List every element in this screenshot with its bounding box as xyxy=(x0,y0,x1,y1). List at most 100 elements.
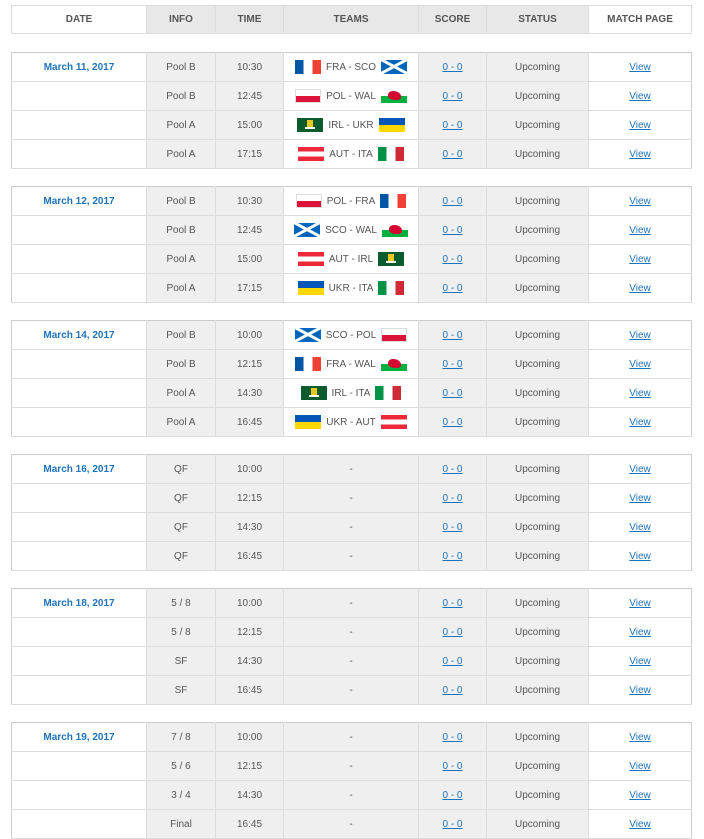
match-score-link[interactable]: 0 - 0 xyxy=(442,493,462,504)
view-match-link[interactable]: View xyxy=(629,254,651,265)
match-date xyxy=(11,139,147,169)
match-score-link[interactable]: 0 - 0 xyxy=(442,196,462,207)
match-score-link[interactable]: 0 - 0 xyxy=(442,551,462,562)
match-time: 14:30 xyxy=(215,378,284,408)
view-match-link[interactable]: View xyxy=(629,493,651,504)
flag-pol-icon xyxy=(295,194,322,208)
match-score-link[interactable]: 0 - 0 xyxy=(442,359,462,370)
match-score-cell: 0 - 0 xyxy=(418,273,487,303)
match-status: Upcoming xyxy=(486,541,589,571)
view-match-link[interactable]: View xyxy=(629,819,651,830)
match-teams-cell: - xyxy=(283,588,419,618)
match-score-link[interactable]: 0 - 0 xyxy=(442,388,462,399)
match-score-cell: 0 - 0 xyxy=(418,320,487,350)
view-match-link[interactable]: View xyxy=(629,685,651,696)
match-teams: POL - FRA xyxy=(326,195,376,207)
view-match-link[interactable]: View xyxy=(629,656,651,667)
match-teams: UKR - AUT xyxy=(326,416,376,428)
match-date xyxy=(11,407,147,437)
view-match-link[interactable]: View xyxy=(629,283,651,294)
match-date xyxy=(11,483,147,513)
match-score-link[interactable]: 0 - 0 xyxy=(442,627,462,638)
match-date xyxy=(11,349,147,379)
table-row: Pool A 17:15 UKR - ITA 0 - 0 Upcoming Vi… xyxy=(11,273,692,303)
match-score-link[interactable]: 0 - 0 xyxy=(442,120,462,131)
view-match-link[interactable]: View xyxy=(629,388,651,399)
match-info: SF xyxy=(146,675,216,705)
view-match-link[interactable]: View xyxy=(629,330,651,341)
view-match-link[interactable]: View xyxy=(629,522,651,533)
match-score-cell: 0 - 0 xyxy=(418,512,487,542)
match-teams-cell: UKR - AUT xyxy=(283,407,419,437)
match-teams-cell: - xyxy=(283,454,419,484)
flag-wal-icon xyxy=(380,357,407,371)
match-score-cell: 0 - 0 xyxy=(418,646,487,676)
view-match-link[interactable]: View xyxy=(629,417,651,428)
match-time: 10:30 xyxy=(215,52,284,82)
view-match-link[interactable]: View xyxy=(629,91,651,102)
match-page-cell: View xyxy=(588,617,692,647)
match-score-link[interactable]: 0 - 0 xyxy=(442,732,462,743)
match-time: 15:00 xyxy=(215,110,284,140)
view-match-link[interactable]: View xyxy=(629,464,651,475)
match-score-link[interactable]: 0 - 0 xyxy=(442,598,462,609)
match-time: 16:45 xyxy=(215,675,284,705)
match-score-link[interactable]: 0 - 0 xyxy=(442,283,462,294)
match-info: 5 / 6 xyxy=(146,751,216,781)
match-score-link[interactable]: 0 - 0 xyxy=(442,254,462,265)
match-score-link[interactable]: 0 - 0 xyxy=(442,819,462,830)
view-match-link[interactable]: View xyxy=(629,732,651,743)
view-match-link[interactable]: View xyxy=(629,627,651,638)
match-teams: AUT - IRL xyxy=(328,253,374,265)
match-teams-cell: - xyxy=(283,646,419,676)
match-status: Upcoming xyxy=(486,186,589,216)
match-score-link[interactable]: 0 - 0 xyxy=(442,149,462,160)
view-match-link[interactable]: View xyxy=(629,149,651,160)
view-match-link[interactable]: View xyxy=(629,196,651,207)
table-row: Pool A 17:15 AUT - ITA 0 - 0 Upcoming Vi… xyxy=(11,139,692,169)
match-score-cell: 0 - 0 xyxy=(418,81,487,111)
match-date: March 18, 2017 xyxy=(11,588,147,618)
match-score-link[interactable]: 0 - 0 xyxy=(442,225,462,236)
match-teams: POL - WAL xyxy=(326,90,376,102)
match-teams-cell: IRL - UKR xyxy=(283,110,419,140)
view-match-link[interactable]: View xyxy=(629,225,651,236)
match-score-link[interactable]: 0 - 0 xyxy=(442,62,462,73)
match-info: QF xyxy=(146,454,216,484)
match-group: March 18, 2017 5 / 8 10:00 - 0 - 0 Upcom… xyxy=(11,588,692,705)
match-status: Upcoming xyxy=(486,273,589,303)
match-score-link[interactable]: 0 - 0 xyxy=(442,417,462,428)
match-time: 16:45 xyxy=(215,809,284,839)
match-teams-cell: - xyxy=(283,722,419,752)
match-score-link[interactable]: 0 - 0 xyxy=(442,656,462,667)
match-score-link[interactable]: 0 - 0 xyxy=(442,790,462,801)
flag-fra-icon xyxy=(294,60,321,74)
table-row: March 12, 2017 Pool B 10:30 POL - FRA 0 … xyxy=(11,186,692,216)
match-date xyxy=(11,273,147,303)
view-match-link[interactable]: View xyxy=(629,62,651,73)
view-match-link[interactable]: View xyxy=(629,790,651,801)
view-match-link[interactable]: View xyxy=(629,120,651,131)
table-row: Final 16:45 - 0 - 0 Upcoming View xyxy=(11,809,692,839)
match-status: Upcoming xyxy=(486,751,589,781)
match-page-cell: View xyxy=(588,52,692,82)
match-status: Upcoming xyxy=(486,588,589,618)
match-teams: FRA - SCO xyxy=(325,61,376,73)
view-match-link[interactable]: View xyxy=(629,359,651,370)
view-match-link[interactable]: View xyxy=(629,598,651,609)
match-score-link[interactable]: 0 - 0 xyxy=(442,522,462,533)
view-match-link[interactable]: View xyxy=(629,761,651,772)
view-match-link[interactable]: View xyxy=(629,551,651,562)
match-page-cell: View xyxy=(588,646,692,676)
match-info: 5 / 8 xyxy=(146,588,216,618)
match-score-link[interactable]: 0 - 0 xyxy=(442,761,462,772)
group-date: March 18, 2017 xyxy=(43,597,115,609)
match-teams-cell: - xyxy=(283,751,419,781)
table-row: Pool A 15:00 IRL - UKR 0 - 0 Upcoming Vi… xyxy=(11,110,692,140)
match-teams: AUT - ITA xyxy=(329,148,373,160)
match-score-link[interactable]: 0 - 0 xyxy=(442,330,462,341)
match-score-link[interactable]: 0 - 0 xyxy=(442,464,462,475)
match-score-link[interactable]: 0 - 0 xyxy=(442,685,462,696)
match-score-link[interactable]: 0 - 0 xyxy=(442,91,462,102)
match-teams: SCO - WAL xyxy=(325,224,377,236)
